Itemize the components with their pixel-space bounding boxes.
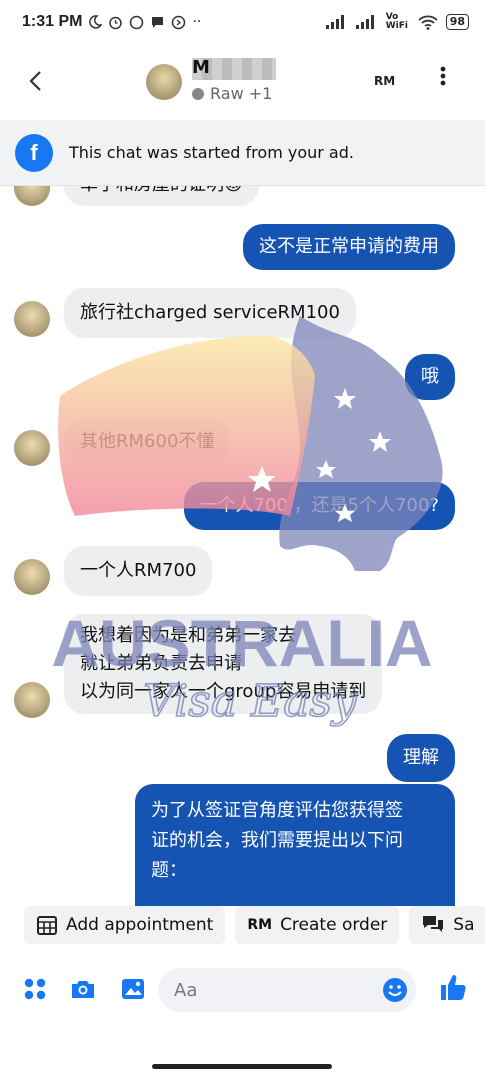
outgoing-message[interactable]: 一个人700 ，还是5个人700?: [183, 482, 455, 530]
conversation-header: M Raw +1 RM: [0, 44, 485, 120]
currency-button[interactable]: RM: [374, 74, 395, 88]
calendar-icon: [37, 916, 57, 935]
gallery-icon[interactable]: [120, 976, 146, 1002]
sender-avatar: [14, 186, 50, 206]
thumbs-up-icon[interactable]: [438, 972, 468, 1002]
status-icons: ··: [88, 14, 201, 30]
incoming-message[interactable]: 其他RM600不懂: [64, 418, 231, 466]
chip-label: Add appointment: [66, 915, 214, 935]
chat-bubbles-icon: [423, 916, 444, 932]
rm-currency-icon: RM: [247, 917, 273, 933]
message-text: 哦: [421, 366, 439, 387]
whatsapp-icon: [130, 15, 144, 29]
vowifi-label: Vo WiFi: [385, 12, 408, 31]
message-text: 一个人700 ，还是5个人700?: [199, 495, 439, 516]
ad-origin-banner: f This chat was started from your ad.: [0, 120, 485, 186]
cell-signal-2-icon: [355, 15, 374, 29]
message-input[interactable]: Aa: [158, 968, 416, 1012]
status-right: Vo WiFi 98: [325, 12, 469, 31]
contact-info[interactable]: M Raw +1: [192, 57, 276, 103]
message-line: 就让弟弟负责去申请: [80, 653, 242, 674]
message-text: 这不是正常申请的费用: [259, 236, 439, 257]
apps-grid-icon[interactable]: [22, 976, 48, 1002]
gesture-nav-bar[interactable]: [152, 1064, 332, 1069]
moon-icon: [89, 15, 103, 29]
camera-icon[interactable]: [70, 976, 96, 1002]
message-text: 其他RM600不懂: [80, 431, 215, 452]
create-order-chip[interactable]: RM Create order: [235, 906, 400, 944]
sender-avatar: [14, 559, 50, 595]
emoji-icon[interactable]: [382, 977, 408, 1003]
cell-signal-icon: [325, 15, 344, 29]
message-line: 证的机会，我们需要提出以下问: [151, 830, 403, 851]
message-list[interactable]: 单子和房屋的证明😡 这不是正常申请的费用 旅行社charged serviceR…: [0, 186, 485, 906]
chat-icon: [152, 16, 164, 28]
outgoing-message[interactable]: 理解: [387, 734, 455, 782]
add-appointment-chip[interactable]: Add appointment: [24, 906, 226, 944]
status-time: 1:31 PM: [22, 13, 83, 30]
wifi-icon: [418, 15, 438, 30]
alarm-icon: [109, 16, 123, 29]
outgoing-message[interactable]: 哦: [405, 354, 455, 400]
outgoing-message[interactable]: 这不是正常申请的费用: [243, 224, 455, 270]
contact-name: M: [192, 57, 210, 78]
message-line: 为了从签证官角度评估您获得签: [151, 800, 403, 821]
contact-subtitle: Raw +1: [192, 84, 276, 103]
incoming-message[interactable]: 单子和房屋的证明😡: [64, 186, 259, 206]
contact-name-redacted: M: [192, 57, 276, 80]
message-line: 题：: [151, 860, 187, 881]
message-line: 以为同一家人一个group容易申请到: [80, 681, 367, 702]
sender-avatar: [14, 682, 50, 718]
chip-label: Sa: [453, 915, 475, 935]
battery-indicator: 98: [445, 14, 469, 30]
quick-action-chips: Add appointment RM Create order Sa: [0, 906, 485, 952]
contact-tags: Raw +1: [210, 84, 273, 103]
ad-banner-text: This chat was started from your ad.: [69, 143, 354, 162]
message-text: 旅行社charged serviceRM100: [80, 302, 340, 323]
incoming-message[interactable]: 我想着因为是和弟弟一家去 就让弟弟负责去申请 以为同一家人一个group容易申请…: [64, 614, 383, 714]
status-dot-icon: [192, 87, 204, 100]
message-line: 我想着因为是和弟弟一家去: [80, 625, 296, 646]
chip-label: Create order: [280, 915, 388, 935]
contact-avatar[interactable]: [146, 64, 182, 100]
status-bar: 1:31 PM ·· Vo WiFi 98: [0, 0, 485, 44]
outgoing-message[interactable]: 为了从签证官角度评估您获得签 证的机会，我们需要提出以下问 题：: [135, 784, 455, 906]
message-text: 单子和房屋的证明😡: [80, 186, 243, 198]
sender-avatar: [14, 301, 50, 337]
incoming-message[interactable]: 一个人RM700: [64, 546, 213, 596]
message-text: 一个人RM700: [80, 560, 197, 581]
incoming-message[interactable]: 旅行社charged serviceRM100: [64, 288, 356, 338]
message-text: 理解: [403, 747, 439, 768]
signal-icon: [172, 15, 186, 29]
saved-replies-chip[interactable]: Sa: [409, 906, 485, 944]
facebook-icon: f: [15, 133, 53, 172]
more-notifications-icon: ··: [192, 14, 202, 30]
message-input-placeholder: Aa: [174, 979, 198, 1001]
sender-avatar: [14, 430, 50, 466]
more-options-icon[interactable]: [440, 66, 446, 86]
message-composer: Aa: [0, 960, 485, 1020]
back-arrow-icon[interactable]: [0, 66, 70, 99]
